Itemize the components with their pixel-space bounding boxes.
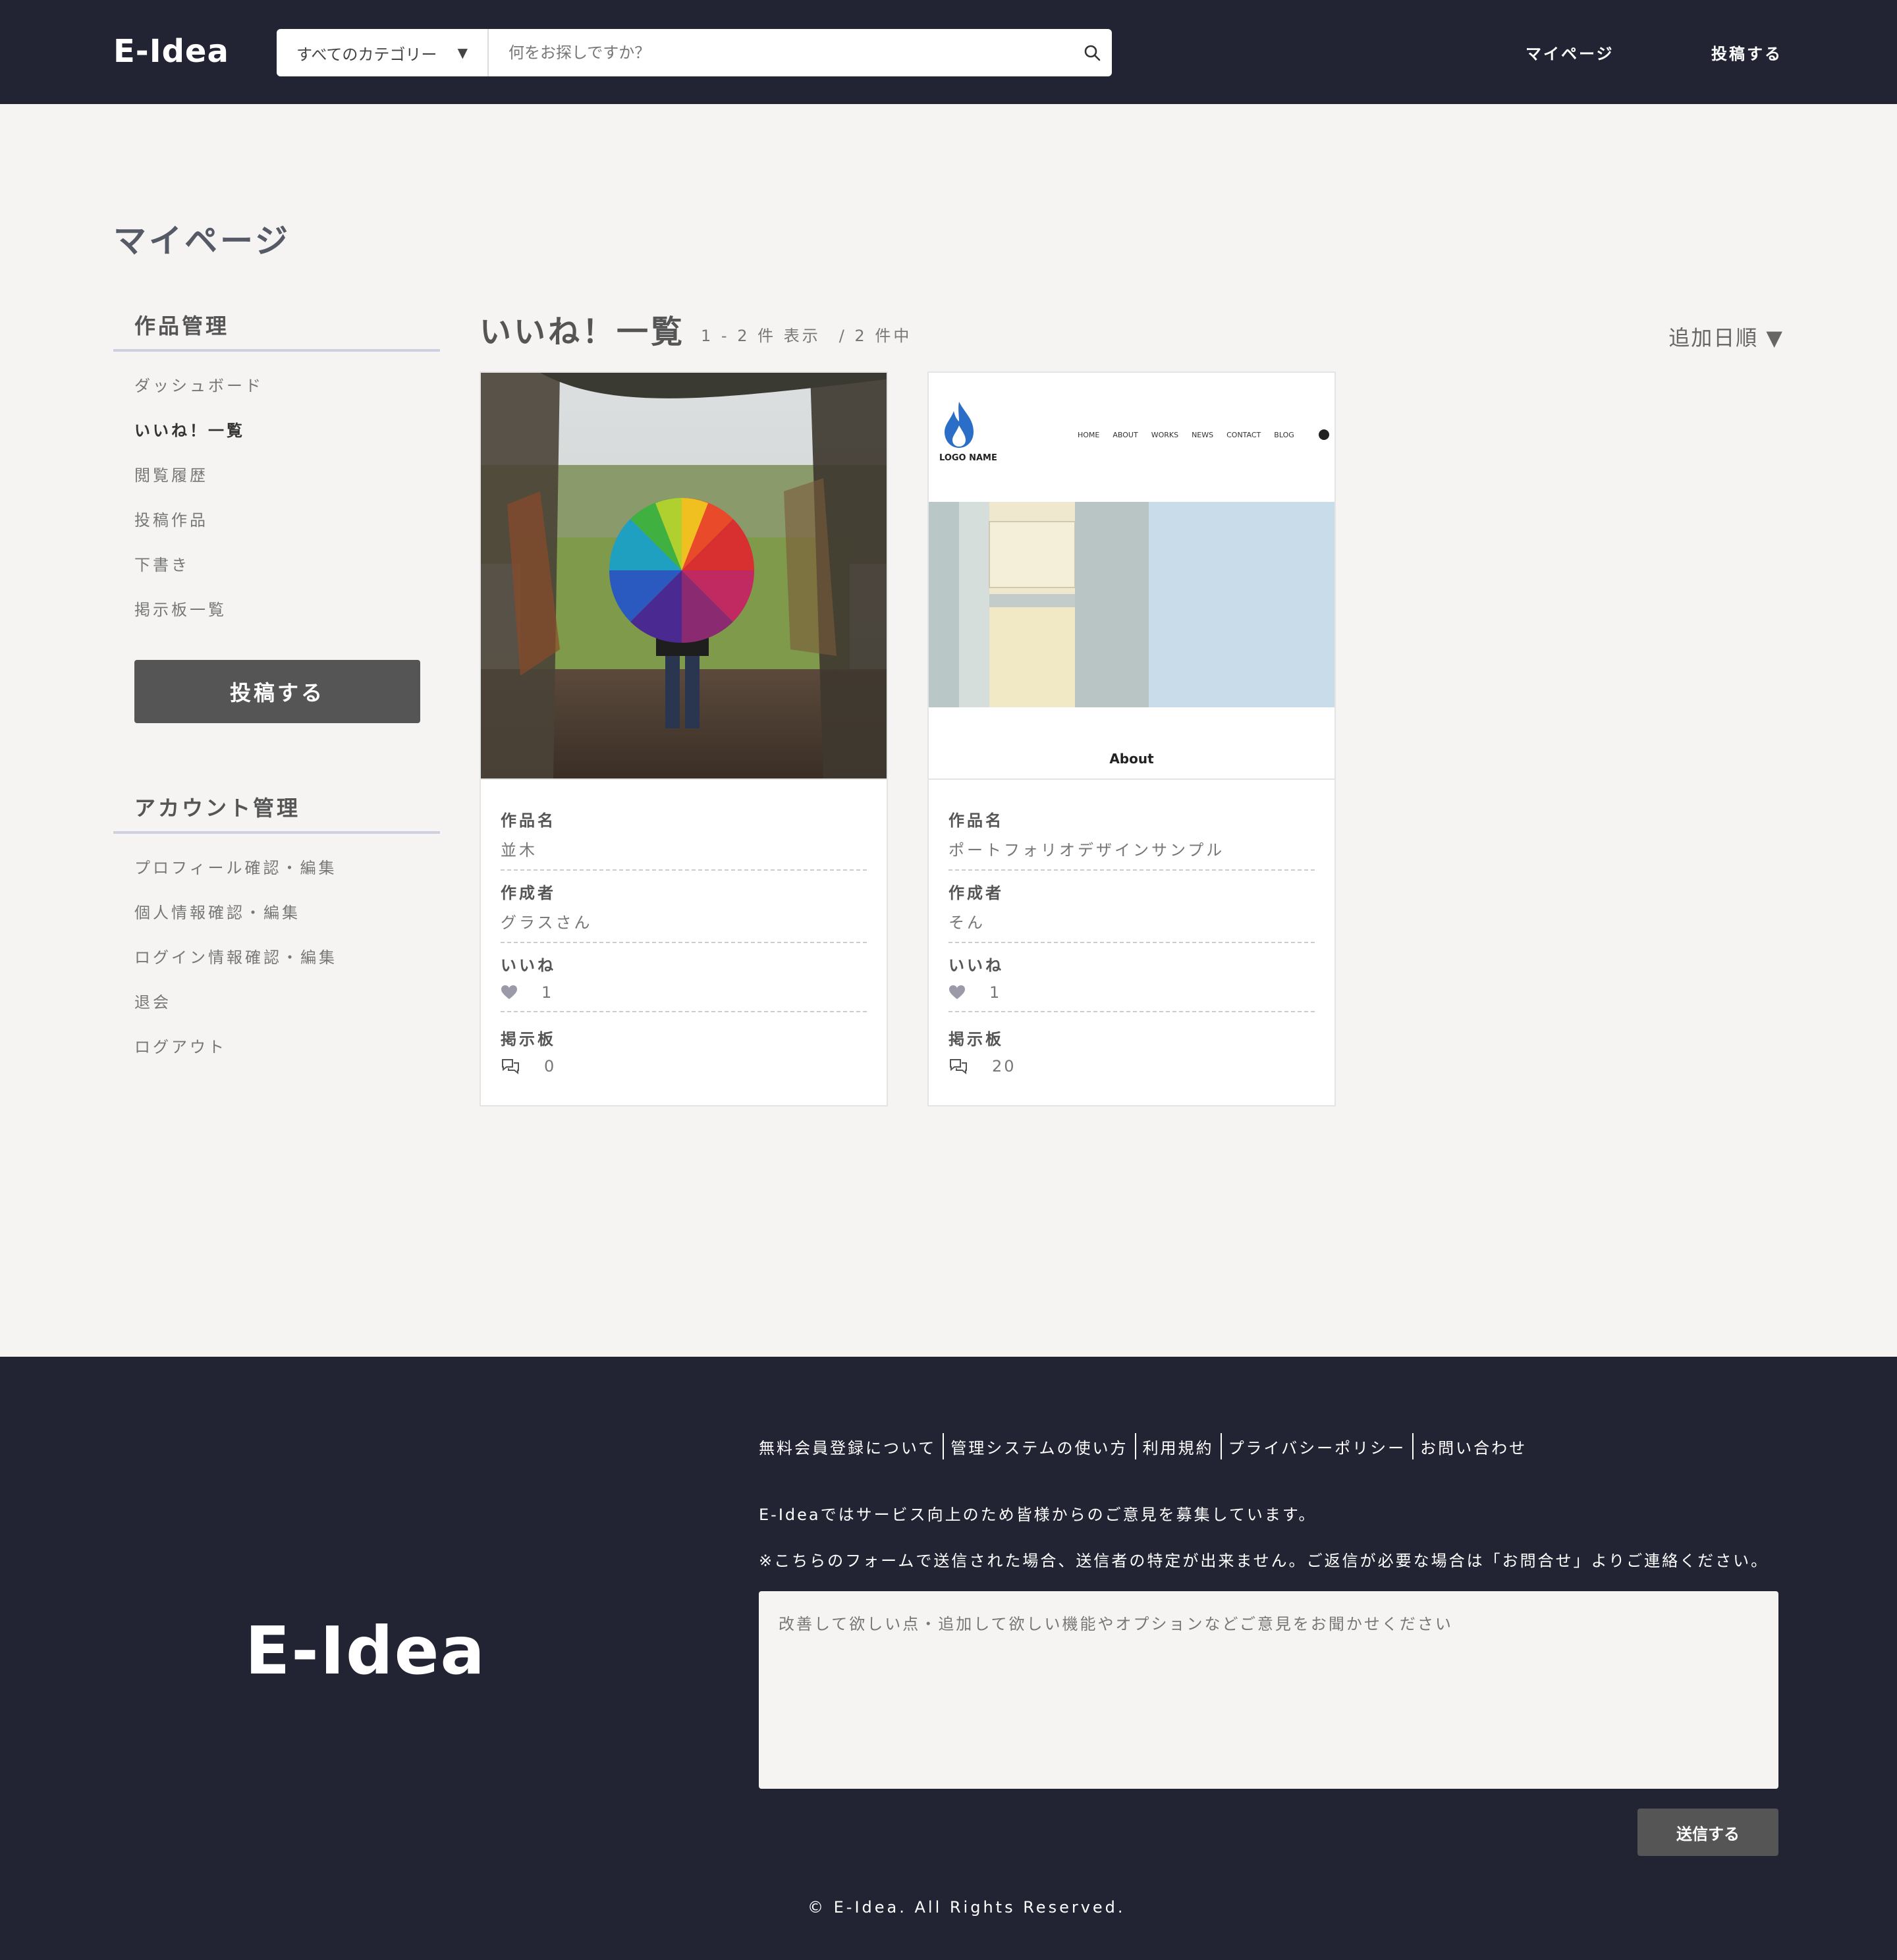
author-label: 作成者	[949, 884, 1004, 902]
author-value: グラスさん	[501, 913, 593, 932]
site-logo[interactable]: E-Idea	[113, 33, 229, 70]
footer-link-divider	[1220, 1433, 1222, 1459]
author-field: 作成者 そん	[949, 880, 1315, 943]
sidebar-section-account: アカウント管理	[113, 792, 440, 834]
preview-logo-icon	[939, 399, 979, 452]
sidebar-item-drafts[interactable]: 下書き	[134, 552, 190, 575]
board-label: 掲示板	[501, 1030, 556, 1048]
preview-section-title: About	[1109, 751, 1154, 767]
feedback-submit-button[interactable]: 送信する	[1637, 1809, 1778, 1856]
header: E-Idea すべてのカテゴリー ▼ マイページ 投稿する	[0, 0, 1897, 104]
sidebar-item-likes[interactable]: いいね！一覧	[134, 418, 245, 441]
chat-icon	[502, 1059, 519, 1075]
preview-nav-home: HOME	[1078, 431, 1100, 439]
footer: E-Idea 無料会員登録について 管理システムの使い方 利用規約 プライバシー…	[0, 1357, 1897, 1960]
author-field: 作成者 グラスさん	[501, 880, 867, 943]
work-name-label: 作品名	[501, 811, 556, 830]
footer-link-guide[interactable]: 管理システムの使い方	[950, 1435, 1128, 1458]
footer-link-membership[interactable]: 無料会員登録について	[759, 1435, 936, 1458]
preview-hero-image	[929, 502, 1334, 710]
author-value: そん	[949, 913, 985, 932]
sidebar-item-profile[interactable]: プロフィール確認・編集	[134, 855, 337, 878]
board-field: 掲示板 20	[949, 1026, 1315, 1075]
chat-icon	[950, 1059, 967, 1075]
sidebar-item-personal-info[interactable]: 個人情報確認・編集	[134, 900, 300, 923]
likes-label: いいね	[949, 956, 1004, 975]
work-card[interactable]: 作品名 並木 作成者 グラスさん いいね 1 掲示板 0	[480, 371, 888, 1106]
page-title: マイページ	[113, 222, 290, 260]
footer-link-divider	[1134, 1433, 1136, 1459]
author-label: 作成者	[501, 884, 556, 902]
search-icon[interactable]	[1072, 29, 1112, 76]
footer-link-divider	[1412, 1433, 1414, 1459]
sidebar-item-boards[interactable]: 掲示板一覧	[134, 597, 227, 620]
search-input[interactable]	[489, 29, 1072, 76]
work-thumbnail[interactable]	[481, 373, 887, 780]
preview-nav-works: WORKS	[1151, 431, 1179, 439]
preview-logo-name: LOGO NAME	[939, 453, 997, 463]
sidebar-item-login-info[interactable]: ログイン情報確認・編集	[134, 944, 337, 967]
work-name-value: 並木	[501, 841, 537, 859]
board-label: 掲示板	[949, 1030, 1004, 1048]
feedback-intro: E-Ideaではサービス向上のため皆様からのご意見を募集しています。	[759, 1506, 1317, 1524]
likes-label: いいね	[501, 956, 556, 975]
nav-mypage[interactable]: マイページ	[1526, 41, 1614, 64]
work-thumbnail[interactable]: LOGO NAME HOME ABOUT WORKS NEWS CONTACT …	[929, 373, 1334, 780]
nav-post[interactable]: 投稿する	[1711, 41, 1782, 64]
search-bar: すべてのカテゴリー ▼	[277, 29, 1112, 76]
board-field: 掲示板 0	[501, 1026, 867, 1075]
likes-field: いいね 1	[949, 952, 1315, 1012]
footer-link-privacy[interactable]: プライバシーポリシー	[1228, 1435, 1406, 1458]
footer-links: 無料会員登録について 管理システムの使い方 利用規約 プライバシーポリシー お問…	[759, 1433, 1527, 1459]
result-count: 1 - 2 件 表示 / 2 件中	[701, 327, 912, 345]
sidebar-item-withdraw[interactable]: 退会	[134, 989, 171, 1012]
caret-down-icon: ▼	[457, 45, 468, 61]
likes-list-title: いいね！一覧	[480, 313, 686, 350]
heart-icon[interactable]	[949, 985, 966, 1000]
footer-link-terms[interactable]: 利用規約	[1143, 1435, 1214, 1458]
sidebar-section-works: 作品管理	[113, 310, 440, 352]
preview-nav: HOME ABOUT WORKS NEWS CONTACT BLOG	[1078, 431, 1294, 439]
likes-field: いいね 1	[501, 952, 867, 1012]
feedback-textarea[interactable]	[759, 1591, 1778, 1789]
work-name-value: ポートフォリオデザインサンプル	[949, 841, 1225, 859]
footer-logo[interactable]: E-Idea	[245, 1612, 486, 1689]
work-name-field: 作品名 並木	[501, 807, 867, 871]
board-count: 20	[992, 1057, 1016, 1075]
preview-nav-contact: CONTACT	[1226, 431, 1261, 439]
sidebar-post-button[interactable]: 投稿する	[134, 660, 420, 723]
heart-icon[interactable]	[501, 985, 518, 1000]
preview-nav-about: ABOUT	[1113, 431, 1138, 439]
footer-link-divider	[943, 1433, 945, 1459]
preview-twitter-icon	[1319, 429, 1329, 440]
likes-count: 1	[541, 983, 554, 1002]
preview-nav-news: NEWS	[1192, 431, 1214, 439]
work-name-field: 作品名 ポートフォリオデザインサンプル	[949, 807, 1315, 871]
copyright: © E-Idea. All Rights Reserved.	[808, 1898, 1126, 1917]
category-select-label: すべてのカテゴリー	[296, 45, 437, 64]
category-select[interactable]: すべてのカテゴリー ▼	[277, 29, 489, 76]
work-name-label: 作品名	[949, 811, 1004, 830]
preview-nav-blog: BLOG	[1274, 431, 1294, 439]
sidebar-item-posts[interactable]: 投稿作品	[134, 507, 208, 530]
board-count: 0	[544, 1057, 557, 1075]
work-card[interactable]: LOGO NAME HOME ABOUT WORKS NEWS CONTACT …	[927, 371, 1336, 1106]
sidebar-item-dashboard[interactable]: ダッシュボード	[134, 373, 263, 396]
sidebar-item-history[interactable]: 閲覧履歴	[134, 462, 208, 485]
footer-link-contact[interactable]: お問い合わせ	[1420, 1435, 1527, 1458]
sort-select[interactable]: 追加日順 ▼	[1668, 321, 1784, 352]
sidebar-item-logout[interactable]: ログアウト	[134, 1034, 227, 1057]
feedback-note: ※こちらのフォームで送信された場合、送信者の特定が出来ません。ご返信が必要な場合…	[759, 1552, 1769, 1570]
likes-count: 1	[989, 983, 1002, 1002]
